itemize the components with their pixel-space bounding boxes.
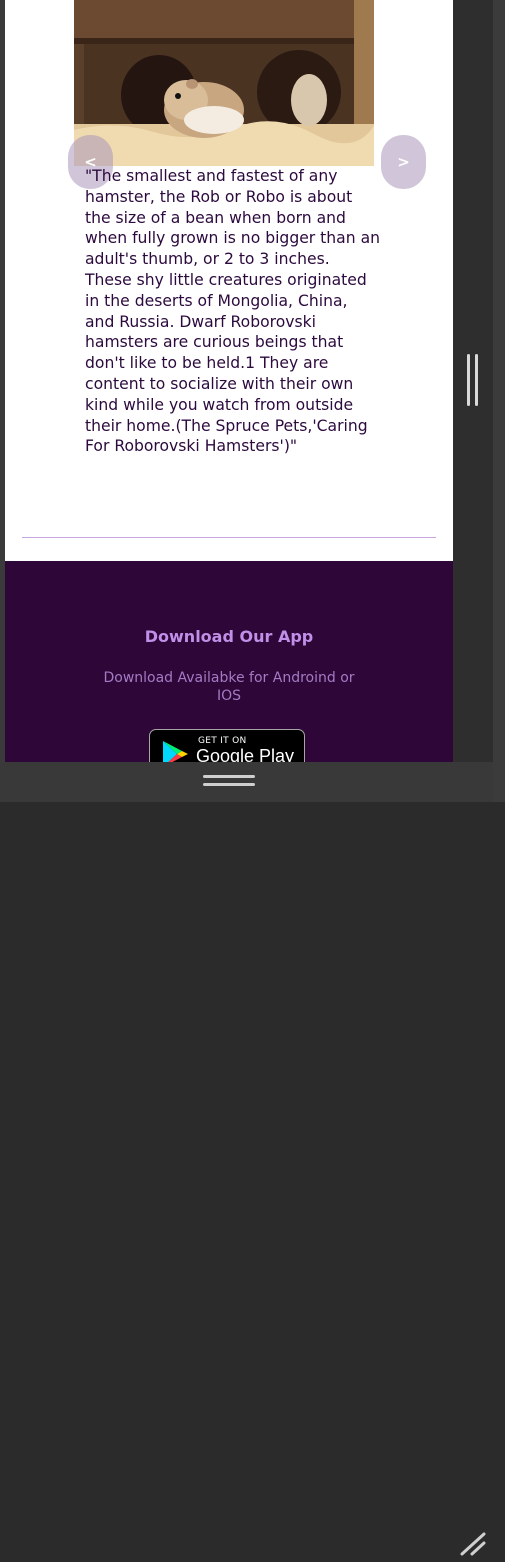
footer-description: Download Availabke for Androind or IOS	[103, 670, 355, 704]
bottom-bar	[0, 762, 493, 1556]
carousel-next-button[interactable]: >	[381, 135, 426, 189]
vertical-drag-handle[interactable]	[467, 354, 479, 406]
horizontal-drag-handle[interactable]	[203, 775, 255, 789]
page-viewport: < > "The smallest and fastest of any ham…	[5, 0, 453, 762]
section-divider	[22, 537, 436, 538]
google-play-icon	[160, 739, 190, 762]
badge-small-text: GET IT ON	[198, 736, 247, 746]
app-download-footer: Download Our App Download Availabke for …	[5, 561, 453, 762]
footer-title: Download Our App	[144, 627, 314, 646]
hamster-photo	[74, 0, 374, 166]
google-play-badge[interactable]: GET IT ON Google Play	[149, 729, 305, 762]
resize-grip-icon[interactable]	[458, 1530, 488, 1558]
badge-store-name: Google Play	[196, 746, 295, 762]
hamster-quote: "The smallest and fastest of any hamster…	[85, 167, 381, 456]
right-frame-edge	[493, 0, 505, 802]
